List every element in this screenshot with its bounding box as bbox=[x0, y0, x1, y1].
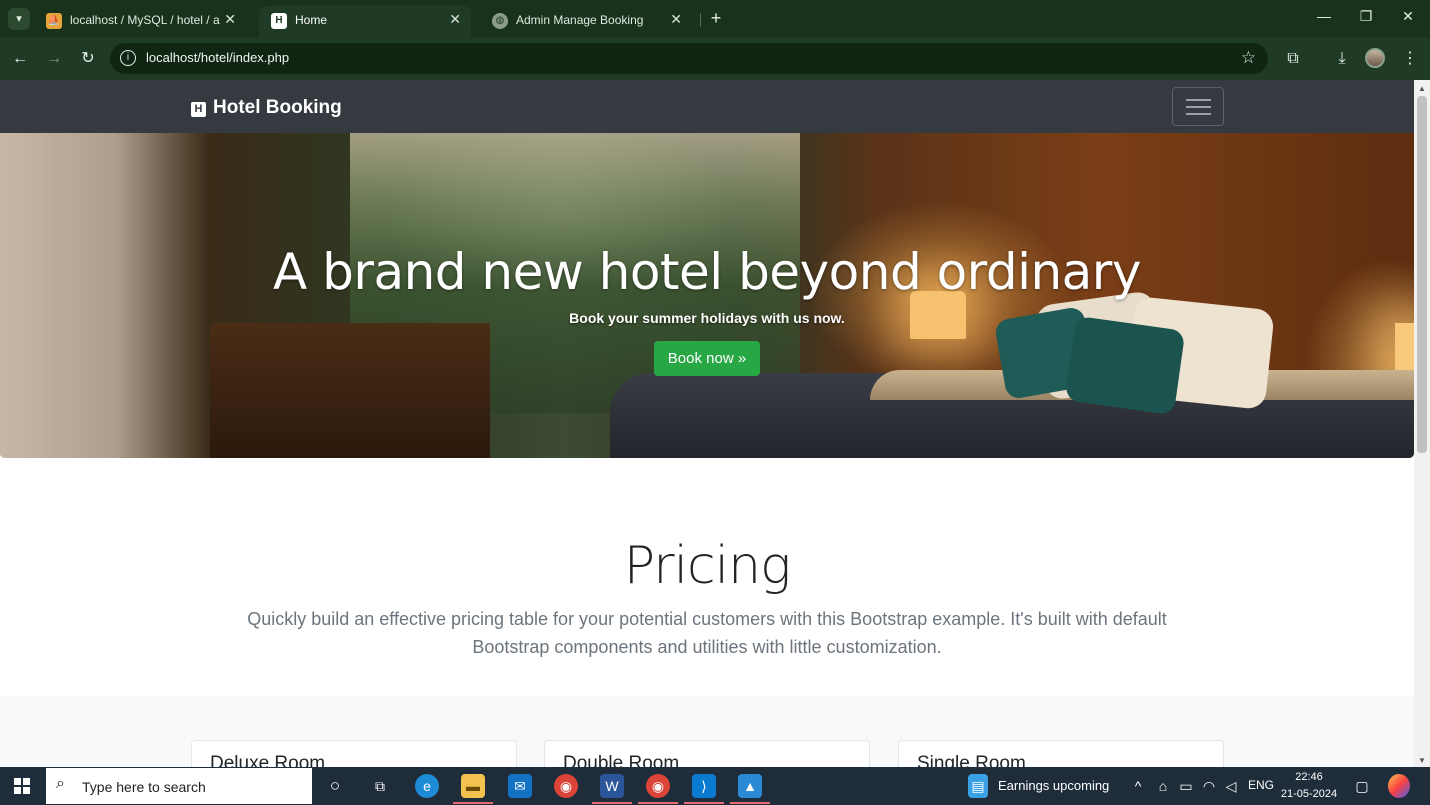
card-title: Single Room bbox=[917, 753, 1026, 767]
clock-time[interactable]: 22:46 bbox=[1279, 771, 1339, 783]
page-viewport: H Hotel Booking A brand new hotel beyond … bbox=[0, 80, 1414, 767]
navbar-toggler-button[interactable] bbox=[1172, 87, 1224, 126]
new-tab-icon[interactable]: + bbox=[706, 8, 726, 28]
address-url[interactable]: localhost/hotel/index.php bbox=[146, 50, 289, 65]
pricing-card-double: Double Room bbox=[544, 740, 870, 767]
chevron-up-icon[interactable]: ^ bbox=[1128, 774, 1148, 798]
news-widget-text[interactable]: Earnings upcoming bbox=[998, 778, 1109, 793]
photos-icon[interactable]: ▲ bbox=[738, 774, 762, 798]
hamburger-icon bbox=[1186, 99, 1211, 101]
profile-avatar[interactable] bbox=[1365, 48, 1385, 68]
word-icon[interactable]: W bbox=[600, 774, 624, 798]
chrome-icon[interactable]: ◉ bbox=[554, 774, 578, 798]
search-icon: ⌕ bbox=[56, 775, 65, 792]
close-tab-icon[interactable]: ✕ bbox=[670, 11, 682, 28]
language-indicator[interactable]: ENG bbox=[1248, 778, 1274, 792]
windows-taskbar: ⌕ Type here to search ○ ⧉ e ▬ ✉ ◉ W ◉ ⟩ … bbox=[0, 767, 1430, 805]
notification-icon[interactable]: ▢ bbox=[1352, 774, 1372, 798]
navbar-brand[interactable]: H Hotel Booking bbox=[191, 97, 342, 119]
forward-icon[interactable]: → bbox=[44, 49, 64, 69]
pricing-card-single: Single Room bbox=[898, 740, 1224, 767]
close-window-icon[interactable]: ✕ bbox=[1398, 8, 1418, 25]
meet-now-icon[interactable]: ⌂ bbox=[1153, 774, 1173, 798]
tab-admin-manage-booking[interactable]: ◍ Admin Manage Booking ✕ bbox=[480, 6, 692, 38]
wifi-icon[interactable]: ◠ bbox=[1199, 774, 1219, 798]
windows-start-icon[interactable] bbox=[14, 778, 30, 794]
reload-icon[interactable]: ↻ bbox=[78, 49, 98, 69]
browser-toolbar: ← → ↻ i localhost/hotel/index.php ☆ ⧉ ⤓ … bbox=[0, 38, 1430, 80]
address-bar[interactable]: i localhost/hotel/index.php ☆ bbox=[110, 43, 1268, 74]
chrome-active-icon[interactable]: ◉ bbox=[646, 774, 670, 798]
scroll-down-icon[interactable]: ▼ bbox=[1418, 756, 1426, 765]
news-widget-icon[interactable]: ▤ bbox=[968, 774, 988, 798]
mail-icon[interactable]: ✉ bbox=[508, 774, 532, 798]
browser-tab-bar: ▾ ⛵ localhost / MySQL / hotel / adm ✕ H … bbox=[0, 0, 1430, 38]
brand-text: Hotel Booking bbox=[213, 97, 342, 118]
scrollbar-thumb[interactable] bbox=[1417, 96, 1427, 453]
volume-icon[interactable]: ◁ bbox=[1221, 774, 1241, 798]
bookmark-star-icon[interactable]: ☆ bbox=[1241, 48, 1256, 68]
tab-phpmyadmin[interactable]: ⛵ localhost / MySQL / hotel / adm ✕ bbox=[34, 6, 246, 38]
pricing-title: Pricing bbox=[623, 536, 791, 596]
edge-icon[interactable]: e bbox=[415, 774, 439, 798]
minimize-icon[interactable]: — bbox=[1314, 8, 1334, 24]
hero-subtitle: Book your summer holidays with us now. bbox=[569, 310, 845, 326]
download-icon[interactable]: ⤓ bbox=[1331, 48, 1353, 70]
globe-favicon-icon: ◍ bbox=[492, 13, 508, 29]
search-placeholder: Type here to search bbox=[82, 779, 206, 795]
hero-banner: A brand new hotel beyond ordinary Book y… bbox=[0, 133, 1414, 458]
copilot-icon[interactable] bbox=[1388, 774, 1410, 798]
close-tab-icon[interactable]: ✕ bbox=[449, 11, 461, 28]
page-scrollbar[interactable]: ▲ ▼ bbox=[1414, 80, 1430, 767]
tab-separator bbox=[700, 13, 701, 27]
pricing-header: Pricing Quickly build an effective prici… bbox=[0, 458, 1414, 696]
tab-home[interactable]: H Home ✕ bbox=[259, 6, 471, 38]
phpmyadmin-favicon-icon: ⛵ bbox=[46, 13, 62, 29]
clock-date[interactable]: 21-05-2024 bbox=[1279, 788, 1339, 800]
site-info-icon[interactable]: i bbox=[120, 50, 136, 66]
menu-kebab-icon[interactable]: ⋮ bbox=[1399, 48, 1421, 70]
hotel-logo-icon: H bbox=[191, 102, 206, 117]
tab-search-icon[interactable]: ▾ bbox=[8, 8, 30, 30]
task-view-icon[interactable]: ⧉ bbox=[368, 774, 392, 798]
scroll-up-icon[interactable]: ▲ bbox=[1418, 84, 1426, 93]
cortana-icon[interactable]: ○ bbox=[323, 774, 347, 798]
pricing-cards: Deluxe Room Double Room Single Room bbox=[0, 696, 1414, 767]
tab-title: localhost / MySQL / hotel / adm bbox=[70, 13, 220, 27]
tab-title: Admin Manage Booking bbox=[516, 13, 644, 27]
file-explorer-icon[interactable]: ▬ bbox=[461, 774, 485, 798]
site-navbar: H Hotel Booking bbox=[0, 80, 1414, 133]
pricing-lead: Quickly build an effective pricing table… bbox=[247, 609, 1167, 657]
battery-icon[interactable]: ▭ bbox=[1176, 774, 1196, 798]
close-tab-icon[interactable]: ✕ bbox=[224, 11, 236, 28]
hero-title: A brand new hotel beyond ordinary bbox=[273, 243, 1141, 301]
vscode-icon[interactable]: ⟩ bbox=[692, 774, 716, 798]
restore-icon[interactable]: ❐ bbox=[1356, 8, 1376, 25]
tab-title: Home bbox=[295, 13, 328, 27]
back-icon[interactable]: ← bbox=[10, 49, 30, 69]
hotel-favicon-icon: H bbox=[271, 13, 287, 29]
card-title: Deluxe Room bbox=[210, 753, 326, 767]
book-now-button[interactable]: Book now » bbox=[654, 341, 760, 376]
pricing-card-deluxe: Deluxe Room bbox=[191, 740, 517, 767]
card-title: Double Room bbox=[563, 753, 680, 767]
taskbar-search[interactable]: ⌕ Type here to search bbox=[46, 768, 312, 804]
hero-content: A brand new hotel beyond ordinary Book y… bbox=[0, 133, 1414, 458]
extensions-icon[interactable]: ⧉ bbox=[1282, 48, 1304, 70]
